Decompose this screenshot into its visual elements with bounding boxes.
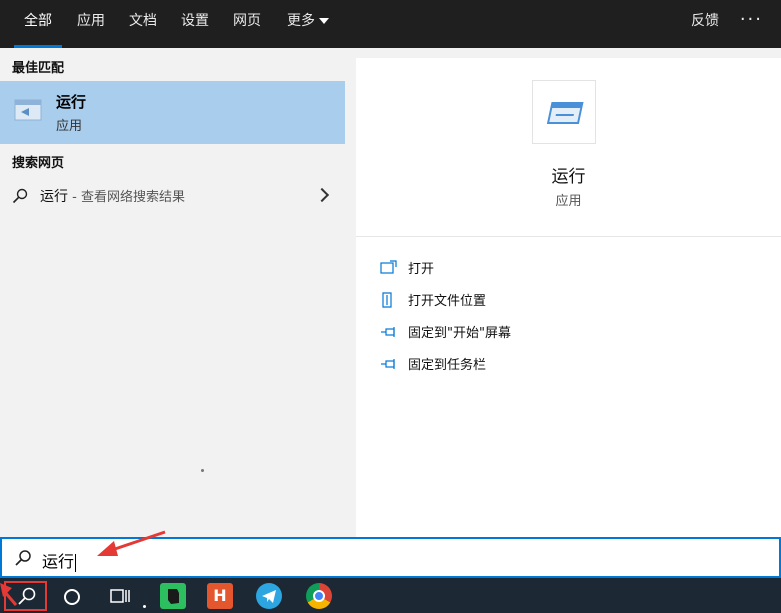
chrome-icon[interactable] xyxy=(306,583,332,609)
task-view-icon[interactable] xyxy=(110,588,130,604)
more-options-button[interactable]: ··· xyxy=(740,0,763,48)
taskbar: H xyxy=(0,578,781,613)
best-match-heading: 最佳匹配 xyxy=(12,61,65,76)
best-match-name: 运行 xyxy=(56,93,87,111)
pin-icon xyxy=(381,359,395,369)
detail-panel: 运行 应用 打开 打开文件位置 固定到"开始"屏幕 固定到任务栏 xyxy=(356,58,781,537)
taskbar-indicator xyxy=(143,605,146,608)
feedback-button[interactable]: 反馈 xyxy=(691,0,719,48)
tab-label: 更多 xyxy=(287,13,315,29)
search-query: 运行 xyxy=(42,548,77,572)
action-label: 固定到"开始"屏幕 xyxy=(408,326,511,341)
tab-apps[interactable]: 应用 xyxy=(74,0,108,48)
telegram-icon[interactable] xyxy=(256,583,282,609)
tab-documents[interactable]: 文档 xyxy=(126,0,160,48)
search-icon xyxy=(15,550,31,566)
search-filter-bar: 全部 应用 文档 设置 网页 更多 反馈 ··· xyxy=(0,0,781,48)
open-icon xyxy=(380,260,397,274)
run-app-icon xyxy=(14,99,42,121)
tab-label: 文档 xyxy=(129,13,157,29)
evernote-icon[interactable] xyxy=(160,583,186,609)
search-icon xyxy=(18,587,36,605)
tab-label: 设置 xyxy=(181,13,209,29)
file-location-icon xyxy=(382,292,392,308)
taskbar-search-button[interactable] xyxy=(4,581,47,611)
paper-plane-glyph xyxy=(262,590,276,603)
web-query: 运行 xyxy=(40,189,68,205)
web-search-text: 运行 - 查看网络搜索结果 xyxy=(40,186,185,206)
tab-settings[interactable]: 设置 xyxy=(178,0,212,48)
tab-web[interactable]: 网页 xyxy=(230,0,264,48)
search-query-text: 运行 xyxy=(42,552,75,571)
tab-all[interactable]: 全部 xyxy=(14,0,62,48)
app-tile xyxy=(532,80,596,144)
cortana-icon[interactable] xyxy=(64,589,80,605)
best-match-type: 应用 xyxy=(56,119,83,134)
search-input[interactable]: 运行 xyxy=(0,537,781,578)
action-label: 打开 xyxy=(408,262,435,277)
results-panel: 最佳匹配 运行 应用 搜索网页 运行 - 查看网络搜索结果 xyxy=(0,48,345,537)
loading-dot xyxy=(201,469,204,472)
tab-more[interactable]: 更多 xyxy=(284,0,332,48)
chevron-right-icon[interactable] xyxy=(314,187,330,203)
action-label: 打开文件位置 xyxy=(408,294,487,309)
caret-down-icon xyxy=(319,18,329,24)
best-match-result[interactable]: 运行 应用 xyxy=(0,81,345,144)
text-caret xyxy=(75,553,77,572)
web-search-result[interactable]: 运行 - 查看网络搜索结果 xyxy=(0,182,345,210)
tab-label: 全部 xyxy=(24,13,52,29)
elephant-glyph xyxy=(168,589,179,604)
tab-label: 应用 xyxy=(77,13,105,29)
search-icon xyxy=(12,188,28,204)
web-search-heading: 搜索网页 xyxy=(12,156,65,171)
web-query-suffix: - 查看网络搜索结果 xyxy=(68,190,185,205)
divider xyxy=(356,236,781,237)
app-type: 应用 xyxy=(555,194,582,209)
tab-label: 网页 xyxy=(233,13,261,29)
run-app-icon xyxy=(546,102,584,124)
hbuilder-icon[interactable]: H xyxy=(207,583,233,609)
action-label: 固定到任务栏 xyxy=(408,358,487,373)
pin-icon xyxy=(381,327,395,337)
app-name: 运行 xyxy=(551,167,586,187)
